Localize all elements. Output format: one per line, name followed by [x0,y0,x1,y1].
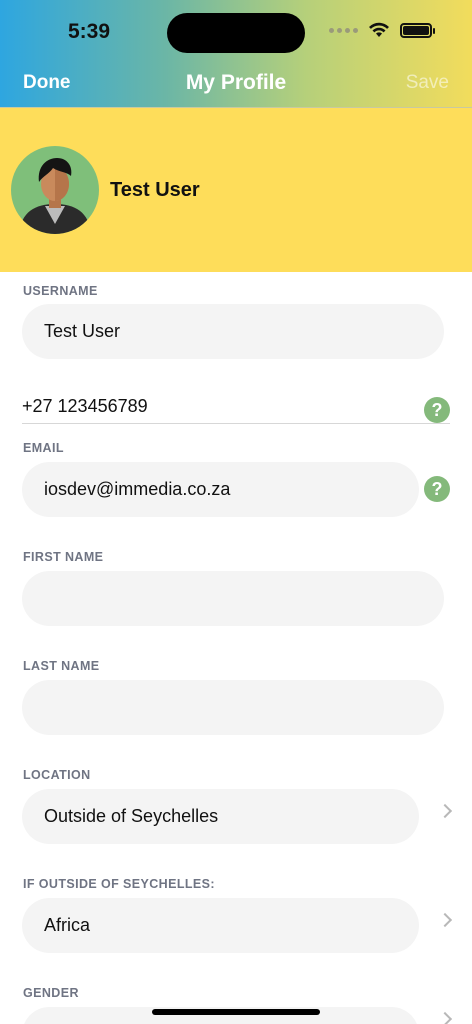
person-avatar-icon [19,158,91,234]
gender-label: GENDER [23,986,79,1000]
region-chevron-icon[interactable] [437,912,453,928]
email-label: EMAIL [23,441,64,455]
username-field[interactable]: Test User [22,304,444,359]
location-label: LOCATION [23,768,91,782]
first-name-field[interactable] [22,571,444,626]
location-chevron-icon[interactable] [437,803,453,819]
profile-name: Test User [110,179,200,201]
navigation-bar: 5:39 Done My Profile Save [0,0,472,108]
avatar[interactable] [11,146,99,234]
status-indicators [329,22,435,38]
first-name-label: FIRST NAME [23,550,104,564]
home-indicator [152,1009,320,1015]
profile-header: Test User [0,108,472,272]
phone-field[interactable]: +27 123456789 [22,386,450,424]
battery-icon [400,22,435,38]
username-label: USERNAME [23,284,98,298]
outside-seychelles-label: IF OUTSIDE OF SEYCHELLES: [23,877,215,891]
email-field[interactable]: iosdev@immedia.co.za [22,462,419,517]
save-button[interactable]: Save [406,72,449,94]
last-name-field[interactable] [22,680,444,735]
dynamic-island [167,13,305,53]
cellular-signal-icon [329,27,358,33]
region-select[interactable]: Africa [22,898,419,953]
done-button[interactable]: Done [23,72,71,94]
gender-chevron-icon[interactable] [437,1011,453,1024]
status-time: 5:39 [68,20,111,43]
page-title: My Profile [185,71,287,94]
location-select[interactable]: Outside of Seychelles [22,789,419,844]
phone-value: +27 123456789 [22,396,148,416]
last-name-label: LAST NAME [23,659,100,673]
email-help-icon[interactable]: ? [424,476,450,502]
wifi-icon [369,22,389,37]
phone-help-icon[interactable]: ? [424,397,450,423]
